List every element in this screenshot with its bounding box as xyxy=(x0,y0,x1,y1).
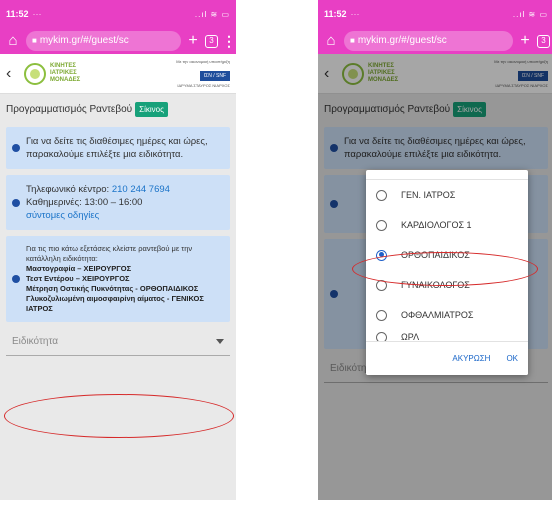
lock-icon: ■ xyxy=(350,36,355,45)
option-label: ΟΦΘΑΛΜΙΑΤΡΟΣ xyxy=(401,310,474,320)
exam-item: Μέτρηση Οστικής Πυκνότητας - ΟΡΘΟΠΑΙΔΙΚΟ… xyxy=(26,284,199,293)
exams-intro: Για τις πιο κάτω εξετάσεις κλείστε ραντε… xyxy=(26,244,193,263)
option-gen-iatros[interactable]: ΓΕΝ. ΙΑΤΡΟΣ xyxy=(366,180,528,210)
select-placeholder: Ειδικότητα xyxy=(12,336,59,347)
option-ofthalmiatros[interactable]: ΟΦΘΑΛΜΙΑΤΡΟΣ xyxy=(366,300,528,330)
exam-item: Μαστογραφία – ΧΕΙΡΟΥΡΓΟΣ xyxy=(26,264,132,273)
url-text: mykim.gr/#/guest/sc xyxy=(39,35,129,46)
status-icons: ..ıl ≋ ▭ xyxy=(194,9,230,19)
url-text: mykim.gr/#/guest/sc xyxy=(357,35,447,46)
highlight-ellipse xyxy=(4,394,234,438)
radio-unchecked-icon xyxy=(376,189,387,201)
page-title-row: Προγραμματισμός Ραντεβού Σίκινος xyxy=(0,94,236,123)
status-dots: ··· xyxy=(32,9,42,19)
option-kardiologos[interactable]: ΚΑΡΔΙΟΛΟΓΟΣ 1 xyxy=(366,210,528,240)
status-dots: ··· xyxy=(350,9,360,19)
highlight-ellipse xyxy=(352,252,538,286)
info-icon xyxy=(12,275,20,283)
browser-toolbar: ⌂ ■ mykim.gr/#/guest/sc + 3 ⋮ xyxy=(0,28,236,54)
phone-screen-right: 11:52 ··· ..ıl ≋ ▭ ⌂ ■ mykim.gr/#/guest/s… xyxy=(318,0,552,500)
location-tag: Σίκινος xyxy=(135,102,168,117)
chevron-down-icon xyxy=(216,339,224,344)
info-box-exams: Για τις πιο κάτω εξετάσεις κλείστε ραντε… xyxy=(6,236,230,322)
status-icons: ..ıl ≋ ▭ xyxy=(512,9,548,19)
new-tab-button[interactable]: + xyxy=(185,32,201,50)
dialog-header xyxy=(366,170,528,180)
hours-text: Καθημερινές: 13:00 – 16:00 xyxy=(26,197,143,208)
sponsor-name: ΙΔΡΥΜΑ ΣΤΑΥΡΟΣ ΝΙΑΡΧΟΣ xyxy=(177,83,230,88)
radio-unchecked-icon xyxy=(376,309,387,321)
option-label: ΓΕΝ. ΙΑΤΡΟΣ xyxy=(401,190,456,200)
sponsor-block: Με την οικονομική υποστήριξη ΙΣΝ / SNF Ι… xyxy=(176,59,230,88)
logo-line: ΙΑΤΡΙΚΕΣ xyxy=(50,70,77,76)
home-icon[interactable]: ⌂ xyxy=(4,32,22,50)
call-center-label: Τηλεφωνικό κέντρο: xyxy=(26,184,110,195)
logo-line: ΚΙΝΗΤΕΣ xyxy=(50,63,76,69)
browser-toolbar: ⌂ ■ mykim.gr/#/guest/sc + 3 xyxy=(318,28,552,54)
radio-unchecked-icon xyxy=(376,219,387,231)
logo-line: ΜΟΝΑΔΕΣ xyxy=(50,77,81,83)
sponsor-caption: Με την οικονομική υποστήριξη xyxy=(176,59,230,64)
tab-count-button[interactable]: 3 xyxy=(205,34,218,48)
status-bar: 11:52 ··· ..ıl ≋ ▭ xyxy=(318,0,552,28)
specialty-select[interactable]: Ειδικότητα xyxy=(6,328,230,356)
short-guide-link[interactable]: σύντομες οδηγίες xyxy=(26,210,99,221)
address-bar[interactable]: ■ mykim.gr/#/guest/sc xyxy=(26,31,181,51)
info-box-call-center: Τηλεφωνικό κέντρο: 210 244 7694 Καθημερι… xyxy=(6,175,230,230)
exams-text: Για τις πιο κάτω εξετάσεις κλείστε ραντε… xyxy=(26,244,224,314)
address-bar[interactable]: ■ mykim.gr/#/guest/sc xyxy=(344,31,513,51)
logo-icon xyxy=(24,62,46,85)
exam-item: Τεστ Εντέρου – ΧΕΙΡΟΥΡΓΟΣ xyxy=(26,274,130,283)
exam-item: Γλυκοζυλιωμένη αιμοσφαιρίνη αίματος - ΓΕ… xyxy=(26,294,204,313)
info-text: Για να δείτε τις διαθέσιμες ημέρες και ώ… xyxy=(26,136,208,160)
sponsor-badge: ΙΣΝ / SNF xyxy=(199,71,230,81)
phone-link[interactable]: 210 244 7694 xyxy=(112,184,170,195)
call-center-text: Τηλεφωνικό κέντρο: 210 244 7694 Καθημερι… xyxy=(26,183,170,222)
option-label: ΚΑΡΔΙΟΛΟΓΟΣ 1 xyxy=(401,220,472,230)
ok-button[interactable]: OK xyxy=(506,354,518,363)
info-box-specialty: Για να δείτε τις διαθέσιμες ημέρες και ώ… xyxy=(6,127,230,169)
dialog-actions: ΑΚΥΡΩΣΗ OK xyxy=(366,341,528,375)
phone-screen-left: 11:52 ··· ..ıl ≋ ▭ ⌂ ■ mykim.gr/#/guest/s… xyxy=(0,0,236,500)
new-tab-button[interactable]: + xyxy=(517,32,533,50)
site-header: ‹ ΚΙΝΗΤΕΣ ΙΑΤΡΙΚΕΣ ΜΟΝΑΔΕΣ Με την οικονο… xyxy=(0,54,236,94)
info-icon xyxy=(12,198,20,207)
browser-menu-button[interactable]: ⋮ xyxy=(222,33,236,50)
status-time: 11:52 xyxy=(324,9,347,19)
tab-count-button[interactable]: 3 xyxy=(537,34,550,48)
page-title: Προγραμματισμός Ραντεβού xyxy=(6,104,133,115)
status-bar: 11:52 ··· ..ıl ≋ ▭ xyxy=(0,0,236,28)
logo-text: ΚΙΝΗΤΕΣ ΙΑΤΡΙΚΕΣ ΜΟΝΑΔΕΣ xyxy=(50,63,80,84)
status-time: 11:52 xyxy=(6,9,29,19)
back-icon[interactable]: ‹ xyxy=(6,65,20,83)
info-icon xyxy=(12,144,20,152)
home-icon[interactable]: ⌂ xyxy=(322,32,340,50)
lock-icon: ■ xyxy=(32,36,37,45)
cancel-button[interactable]: ΑΚΥΡΩΣΗ xyxy=(452,354,490,363)
